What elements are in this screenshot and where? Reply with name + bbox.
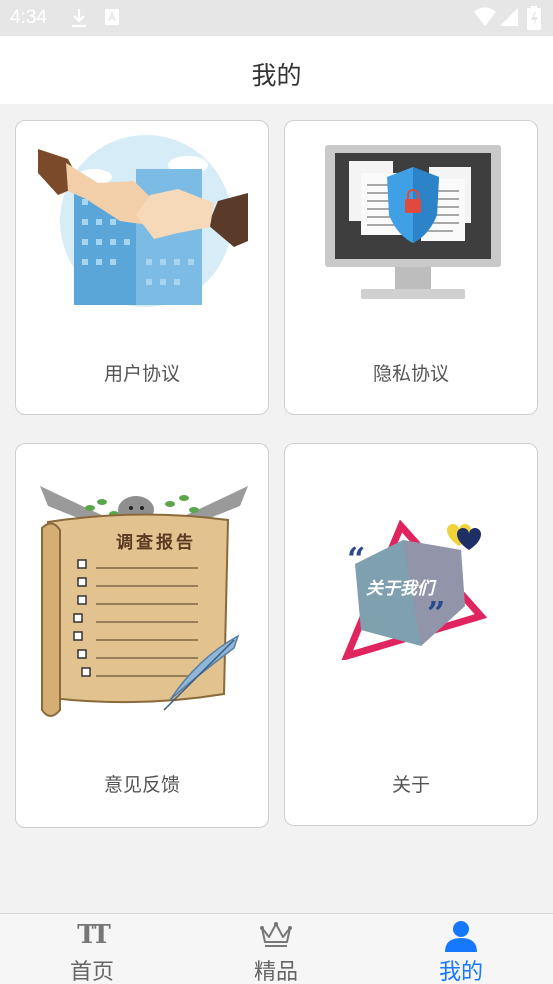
card-art-text: 调查报告 bbox=[116, 533, 196, 553]
download-icon bbox=[72, 9, 86, 28]
keyboard-icon bbox=[105, 9, 119, 25]
survey-report-illustration bbox=[40, 486, 248, 717]
svg-text:“: “ bbox=[347, 540, 365, 578]
nav-label: 精品 bbox=[253, 960, 298, 984]
text-size-icon: TT bbox=[72, 920, 112, 950]
privacy-monitor-illustration bbox=[325, 145, 501, 299]
status-time: 4:34 bbox=[10, 7, 47, 28]
status-bar: 4:34 bbox=[0, 0, 553, 36]
nav-item-home[interactable]: TT 首页 bbox=[0, 914, 184, 984]
privacy-policy-card[interactable]: 隐私协议 bbox=[284, 120, 538, 415]
nav-label: 我的 bbox=[438, 960, 483, 984]
app-bar: 我的 bbox=[0, 36, 553, 104]
card-label: 关于 bbox=[391, 774, 430, 796]
cellular-signal-icon bbox=[500, 8, 518, 26]
card-label: 用户协议 bbox=[103, 363, 180, 385]
battery-icon bbox=[527, 6, 541, 30]
wifi-icon bbox=[474, 7, 496, 26]
user-icon bbox=[445, 921, 477, 952]
card-label: 意见反馈 bbox=[103, 774, 180, 796]
handshake-illustration bbox=[38, 135, 248, 307]
nav-label: 首页 bbox=[69, 960, 114, 984]
page-title: 我的 bbox=[251, 61, 302, 90]
nav-item-mine[interactable]: 我的 bbox=[369, 914, 553, 984]
nav-icon-text: TT bbox=[77, 920, 111, 950]
user-agreement-card[interactable]: 用户协议 bbox=[15, 120, 269, 415]
about-card[interactable]: “ ” 关于我们 关于 bbox=[284, 443, 538, 826]
crown-icon bbox=[260, 922, 292, 947]
feedback-card[interactable]: 调查报告 意见反馈 bbox=[15, 443, 269, 828]
svg-text:”: ” bbox=[427, 594, 445, 632]
card-label: 隐私协议 bbox=[372, 363, 449, 385]
bottom-navigation: TT 首页 精品 我的 bbox=[0, 913, 553, 984]
nav-item-premium[interactable]: 精品 bbox=[184, 914, 368, 984]
card-art-text: 关于我们 bbox=[366, 579, 434, 599]
